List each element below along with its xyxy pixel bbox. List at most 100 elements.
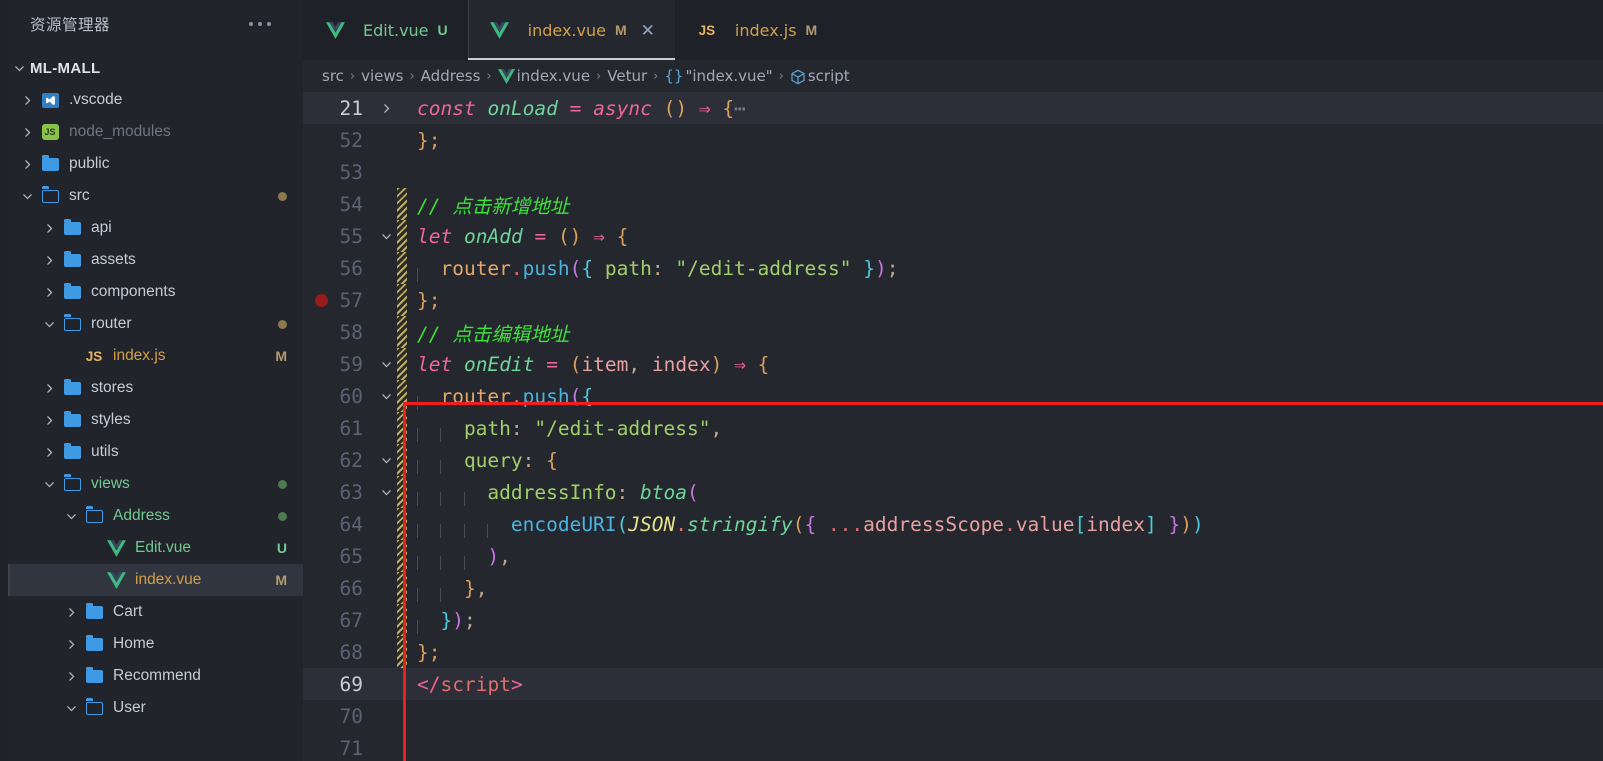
- tree-item-public[interactable]: public: [8, 148, 303, 180]
- code-line-61[interactable]: 61 path: "/edit-address",: [303, 412, 1603, 444]
- code-line-58[interactable]: 58 // 点击编辑地址: [303, 316, 1603, 348]
- code-line-63[interactable]: 63 addressInfo: btoa(: [303, 476, 1603, 508]
- tab-edit-vue[interactable]: Edit.vue U: [303, 0, 468, 60]
- code-line-55[interactable]: 55 let onAdd = () ⇒ {: [303, 220, 1603, 252]
- close-icon[interactable]: ✕: [641, 22, 655, 39]
- git-change-gutter: [397, 636, 407, 668]
- chevron-down-icon[interactable]: [375, 455, 397, 466]
- tree-item-edit-vue[interactable]: Edit.vue U: [8, 532, 303, 564]
- chevron-down-icon[interactable]: [16, 191, 38, 202]
- code-line-54[interactable]: 54 // 点击新增地址: [303, 188, 1603, 220]
- code-token: {: [804, 512, 817, 536]
- chevron-right-icon[interactable]: [38, 447, 60, 458]
- ellipsis-icon[interactable]: [249, 22, 285, 26]
- js-icon: JS: [698, 22, 716, 38]
- chevron-right-icon[interactable]: [60, 671, 82, 682]
- tree-item-user[interactable]: User: [8, 692, 303, 724]
- chevron-down-icon[interactable]: [375, 359, 397, 370]
- tree-item-node-modules[interactable]: JS node_modules: [8, 116, 303, 148]
- chevron-down-icon[interactable]: [60, 511, 82, 522]
- code-token: =: [546, 352, 558, 376]
- tab-index-js[interactable]: JS index.js M: [674, 0, 838, 60]
- code-line-60[interactable]: 60 router.push({: [303, 380, 1603, 412]
- breadcrumb-item-6[interactable]: script: [790, 67, 850, 85]
- breadcrumb-item-2[interactable]: Address: [421, 67, 481, 85]
- breadcrumb-item-1[interactable]: views: [361, 67, 403, 85]
- code-line-66[interactable]: 66},: [303, 572, 1603, 604]
- folder-icon: [38, 154, 62, 171]
- tree-root-ml-mall[interactable]: ML-MALL: [8, 52, 303, 84]
- tree-item-recommend[interactable]: Recommend: [8, 660, 303, 692]
- tree-item-label: public: [69, 155, 110, 172]
- code-line-65[interactable]: 65),: [303, 540, 1603, 572]
- chevron-right-icon[interactable]: [16, 159, 38, 170]
- chevron-down-icon[interactable]: [38, 479, 60, 490]
- tree-item-api[interactable]: api: [8, 212, 303, 244]
- chevron-right-icon[interactable]: [16, 95, 38, 106]
- tree-item-utils[interactable]: utils: [8, 436, 303, 468]
- breadcrumb-item-5[interactable]: {} "index.vue": [664, 67, 772, 86]
- code-line-64[interactable]: 64 encodeURI(JSON.stringify({ ...addressS…: [303, 508, 1603, 540]
- chevron-down-icon[interactable]: [38, 319, 60, 330]
- code-token: addressScope: [863, 512, 1005, 536]
- code-line-71[interactable]: 71: [303, 732, 1603, 761]
- chevron-right-icon[interactable]: [60, 607, 82, 618]
- tree-item-index-js[interactable]: JS index.js M: [8, 340, 303, 372]
- chevron-right-icon[interactable]: [375, 103, 397, 114]
- chevron-right-icon[interactable]: [38, 255, 60, 266]
- tree-root-label: ML-MALL: [30, 59, 101, 77]
- code-line-70[interactable]: 70: [303, 700, 1603, 732]
- chevron-right-icon[interactable]: [38, 287, 60, 298]
- tab-index-vue[interactable]: index.vue M ✕: [467, 0, 676, 60]
- breadcrumb-item-4[interactable]: Vetur: [607, 67, 647, 85]
- code-line-69[interactable]: 69 </script>: [303, 668, 1603, 700]
- folder-open-icon: [60, 314, 84, 331]
- tree-item-cart[interactable]: Cart: [8, 596, 303, 628]
- tree-item-components[interactable]: components: [8, 276, 303, 308]
- code-line-68[interactable]: 68};: [303, 636, 1603, 668]
- code-line-21[interactable]: 21 const onLoad = async () ⇒ {⋯: [303, 92, 1603, 124]
- chevron-right-icon[interactable]: [38, 415, 60, 426]
- tree-item-router[interactable]: router: [8, 308, 303, 340]
- tree-item-src[interactable]: src: [8, 180, 303, 212]
- tree-item--vscode[interactable]: .vscode: [8, 84, 303, 116]
- tree-item-label: router: [91, 315, 132, 332]
- tree-item-home[interactable]: Home: [8, 628, 303, 660]
- breakpoint-icon[interactable]: [315, 293, 328, 307]
- chevron-down-icon[interactable]: [375, 231, 397, 242]
- code-token: script: [440, 672, 511, 696]
- code-token: const: [417, 96, 476, 120]
- code-token: {: [616, 224, 629, 248]
- chevron-right-icon[interactable]: [38, 383, 60, 394]
- chevron-right-icon[interactable]: [16, 127, 38, 138]
- code-line-62[interactable]: 62 query: {: [303, 444, 1603, 476]
- code-line-56[interactable]: 56 router.push({ path: "/edit-address" })…: [303, 252, 1603, 284]
- tree-item-styles[interactable]: styles: [8, 404, 303, 436]
- breadcrumb-item-3[interactable]: index.vue: [497, 67, 590, 85]
- code-token: =: [534, 224, 547, 248]
- tree-item-address[interactable]: Address: [8, 500, 303, 532]
- tree-item-index-vue[interactable]: index.vue M: [8, 564, 303, 596]
- chevron-down-icon[interactable]: [375, 487, 397, 498]
- code-line-53[interactable]: 53: [303, 156, 1603, 188]
- tree-item-assets[interactable]: assets: [8, 244, 303, 276]
- breadcrumb-item-0[interactable]: src: [322, 67, 344, 85]
- chevron-right-icon[interactable]: [60, 639, 82, 650]
- code-editor[interactable]: 21 const onLoad = async () ⇒ {⋯ 52}; 53 54//…: [303, 92, 1603, 761]
- chevron-down-icon[interactable]: [60, 703, 82, 714]
- code-line-67[interactable]: 67});: [303, 604, 1603, 636]
- chevron-down-icon[interactable]: [375, 391, 397, 402]
- code-token: }: [1168, 512, 1181, 536]
- breadcrumb-separator-icon: ›: [486, 68, 492, 84]
- code-line-57[interactable]: 57};: [303, 284, 1603, 316]
- code-line-52[interactable]: 52};: [303, 124, 1603, 156]
- tree-item-views[interactable]: views: [8, 468, 303, 500]
- tree-item-stores[interactable]: stores: [8, 372, 303, 404]
- code-line-59[interactable]: 59 let onEdit = (item, index) ⇒ {: [303, 348, 1603, 380]
- chevron-right-icon[interactable]: [38, 223, 60, 234]
